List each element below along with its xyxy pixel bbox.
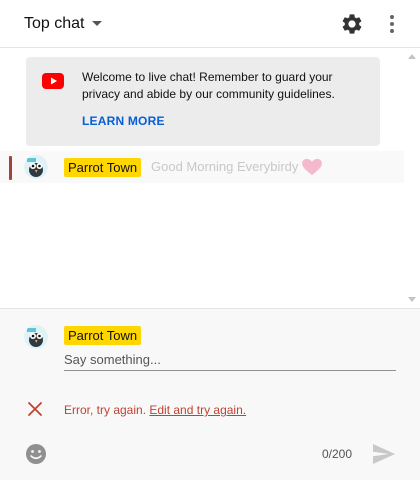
- composer-author-chip: Parrot Town: [64, 326, 142, 345]
- message-text: Good Morning Everybirdy: [151, 159, 299, 174]
- welcome-message: Welcome to live chat! Remember to guard …: [82, 70, 335, 101]
- close-icon[interactable]: [27, 401, 43, 417]
- error-text: Error, try again.: [64, 403, 147, 417]
- message-input[interactable]: [64, 349, 396, 371]
- avatar: [24, 325, 48, 349]
- learn-more-link[interactable]: LEARN MORE: [82, 114, 165, 128]
- edit-and-try-again-link[interactable]: Edit and try again.: [149, 403, 246, 417]
- send-icon[interactable]: [372, 443, 396, 465]
- chat-header: Top chat: [0, 0, 420, 48]
- author-name-chip[interactable]: Parrot Town: [64, 158, 142, 177]
- emoji-icon[interactable]: [24, 442, 48, 466]
- scroll-up-arrow[interactable]: [408, 54, 416, 59]
- welcome-banner: Welcome to live chat! Remember to guard …: [26, 57, 380, 146]
- scroll-down-arrow[interactable]: [408, 297, 416, 302]
- more-vert-icon[interactable]: [380, 12, 404, 36]
- chat-message-list[interactable]: Welcome to live chat! Remember to guard …: [0, 48, 420, 308]
- error-message: Error, try again. Edit and try again.: [64, 403, 246, 417]
- chat-mode-title: Top chat: [24, 14, 85, 32]
- highlight-bar: [9, 156, 12, 180]
- chevron-down-icon: [92, 21, 103, 26]
- message-composer: Parrot Town Error, try again. Edit and t…: [0, 308, 420, 480]
- avatar: [24, 155, 48, 179]
- heart-icon: [302, 158, 322, 176]
- character-count: 0/200: [322, 447, 353, 461]
- youtube-icon: [42, 73, 64, 89]
- gear-icon[interactable]: [340, 12, 364, 36]
- chat-message: Parrot Town Good Morning Everybirdy: [0, 151, 404, 183]
- top-chat-dropdown[interactable]: Top chat: [24, 14, 103, 33]
